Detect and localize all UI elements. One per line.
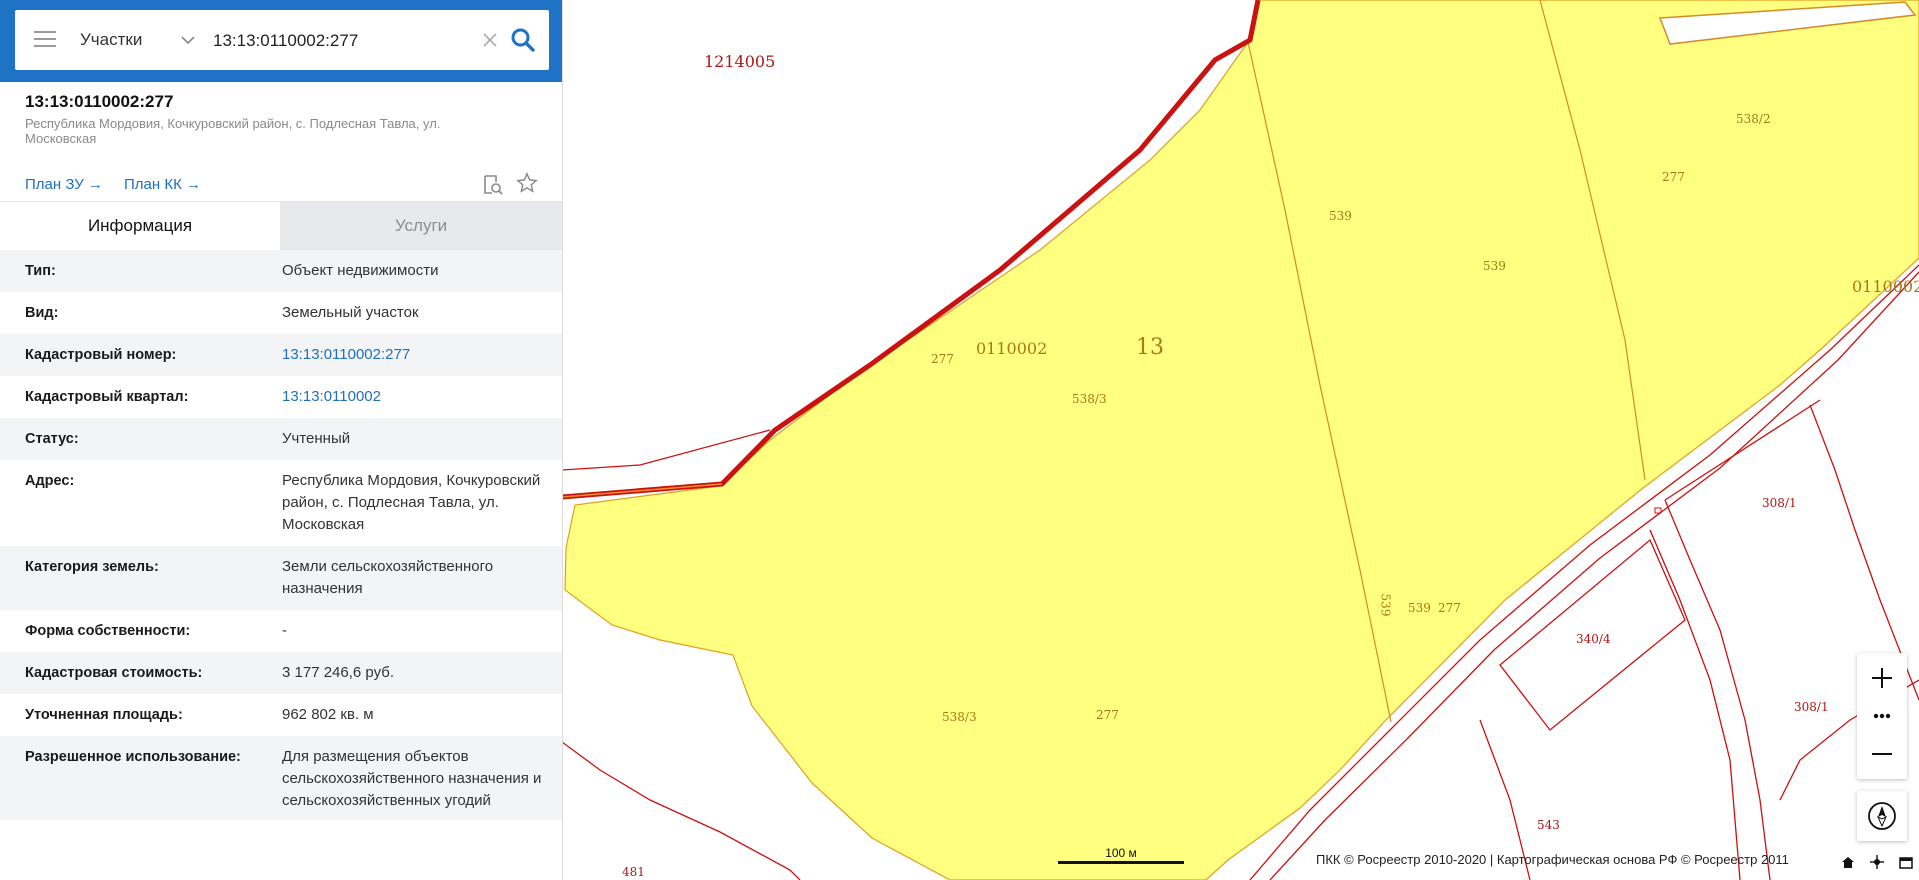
info-row-area: Уточненная площадь: 962 802 кв. м	[0, 694, 562, 736]
map-label-parcel: 277	[1096, 708, 1119, 722]
info-value: 3 177 246,6 руб.	[282, 664, 395, 681]
info-key: Тип:	[25, 263, 56, 279]
object-title: 13:13:0110002:277	[25, 92, 174, 111]
info-key: Статус:	[25, 431, 79, 447]
info-row-cadastral-number: Кадастровый номер: 13:13:0110002:277	[0, 334, 562, 376]
info-row-ownership: Форма собственности: -	[0, 610, 562, 652]
plan-zu-link[interactable]: План ЗУ →	[25, 176, 103, 193]
map-label-parcel: 277	[931, 352, 954, 366]
info-value: Республика Мордовия, Кочкуровский район,…	[282, 472, 541, 533]
document-search-icon[interactable]	[482, 174, 504, 196]
more-icon[interactable]	[1857, 703, 1907, 729]
search-header: Участки	[0, 0, 562, 82]
map-label-quarter: 0110002	[976, 339, 1048, 358]
map-label-parcel: 538/3	[942, 710, 977, 724]
map-label-parcel: 277	[1662, 170, 1685, 184]
info-row-land-category: Категория земель: Земли сельскохозяйстве…	[0, 546, 562, 610]
info-row-status: Статус: Учтенный	[0, 418, 562, 460]
map-label-parcel: 340/4	[1576, 632, 1611, 646]
menu-icon[interactable]	[34, 31, 56, 49]
map-label-parcel: 543	[1537, 818, 1560, 832]
info-value: -	[282, 622, 287, 639]
map-label-parcel: 539	[1329, 209, 1352, 223]
info-row-permitted-use: Разрешенное использование: Для размещени…	[0, 736, 562, 820]
map-label-parcel: 539	[1408, 601, 1431, 615]
zoom-out-icon[interactable]	[1857, 729, 1907, 779]
info-value: Учтенный	[282, 430, 351, 447]
info-row-kind: Вид: Земельный участок	[0, 292, 562, 334]
star-icon[interactable]	[516, 172, 538, 194]
map-label-parcel: 539	[1378, 593, 1393, 617]
info-row-cadastral-quarter: Кадастровый квартал: 13:13:0110002	[0, 376, 562, 418]
info-key: Вид:	[25, 305, 59, 321]
info-panel: Участки 13:13:0110002:277 Республика Мор…	[0, 0, 563, 880]
info-value: 962 802 кв. м	[282, 706, 374, 723]
clear-icon[interactable]	[482, 32, 498, 48]
map-label-parcel: 538/2	[1736, 112, 1771, 126]
compass-icon[interactable]	[1857, 791, 1907, 841]
tab-services[interactable]: Услуги	[280, 202, 562, 250]
zoom-in-icon[interactable]	[1857, 653, 1907, 703]
map-label-district: 13	[1136, 335, 1164, 360]
tab-bar: Информация Услуги	[0, 201, 562, 250]
info-key: Кадастровый квартал:	[25, 389, 189, 405]
map-label-parcel: 308/1	[1762, 496, 1797, 510]
info-key: Разрешенное использование:	[25, 749, 241, 765]
map-label-parcel: 539	[1483, 259, 1506, 273]
info-row-address: Адрес: Республика Мордовия, Кочкуровский…	[0, 460, 562, 546]
arrow-right-icon: →	[185, 176, 201, 193]
map-label-parcel: 538/3	[1072, 392, 1107, 406]
search-icon[interactable]	[510, 27, 536, 53]
scale-label: 100 м	[1105, 846, 1137, 860]
info-value: Объект недвижимости	[282, 262, 439, 279]
info-key: Кадастровая стоимость:	[25, 665, 203, 681]
info-key: Адрес:	[25, 473, 75, 489]
map-label-quarter: 1214005	[704, 52, 776, 71]
object-address: Республика Мордовия, Кочкуровский район,…	[25, 116, 441, 146]
map-label-parcel: 308/1	[1794, 700, 1829, 714]
map-label-quarter: 0110002	[1852, 277, 1919, 296]
tab-information[interactable]: Информация	[0, 202, 280, 250]
arrow-right-icon: →	[87, 176, 103, 193]
search-type-select[interactable]: Участки	[80, 30, 142, 50]
fullscreen-icon[interactable]	[1899, 854, 1913, 873]
info-key: Кадастровый номер:	[25, 347, 177, 363]
info-row-type: Тип: Объект недвижимости	[0, 250, 562, 292]
home-icon[interactable]	[1841, 854, 1855, 873]
scale-bar	[1058, 861, 1184, 864]
map-scale: 100 м	[1058, 846, 1184, 864]
map-label-parcel: 277	[1438, 601, 1461, 615]
map-copyright: ПКК © Росреестр 2010-2020 | Картографиче…	[1316, 852, 1789, 867]
info-value: Для размещения объектов сельскохозяйстве…	[282, 748, 542, 809]
bottom-toolbar	[1831, 853, 1913, 873]
cadastral-number-link[interactable]: 13:13:0110002:277	[256, 344, 546, 366]
info-key: Форма собственности:	[25, 623, 191, 639]
plan-kk-link[interactable]: План КК →	[124, 176, 201, 193]
info-row-cadastral-cost: Кадастровая стоимость: 3 177 246,6 руб.	[0, 652, 562, 694]
search-box: Участки	[15, 10, 549, 70]
map-canvas	[562, 0, 1919, 880]
chevron-down-icon[interactable]	[181, 36, 195, 45]
zoom-controls	[1857, 653, 1907, 779]
search-input[interactable]	[211, 24, 475, 58]
info-list: Тип: Объект недвижимости Вид: Земельный …	[0, 250, 562, 820]
info-key: Уточненная площадь:	[25, 707, 183, 723]
map-label-parcel: 481	[622, 865, 645, 879]
locate-icon[interactable]	[1870, 854, 1885, 873]
map-view[interactable]: 1214005 0110002 13 277 538/3 539 539 538…	[562, 0, 1919, 880]
info-key: Категория земель:	[25, 559, 159, 575]
info-value: Земли сельскохозяйственного назначения	[282, 558, 494, 597]
info-value: Земельный участок	[282, 304, 419, 321]
cadastral-quarter-link[interactable]: 13:13:0110002	[256, 386, 546, 408]
